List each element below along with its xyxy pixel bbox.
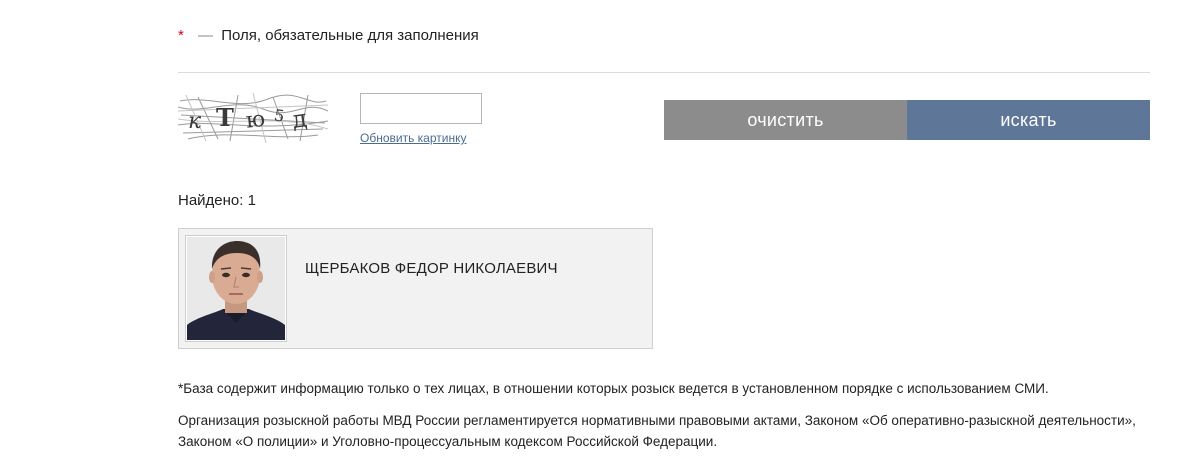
result-card[interactable]: ЩЕРБАКОВ ФЕДОР НИКОЛАЕВИЧ xyxy=(178,228,653,349)
required-dash: — xyxy=(198,27,214,44)
results-count: Найдено: 1 xyxy=(178,192,256,209)
captcha-char-1: к xyxy=(188,109,202,134)
captcha-image: к Т ю 5 д xyxy=(177,92,329,144)
divider xyxy=(178,72,1150,73)
captcha-input[interactable] xyxy=(360,93,482,124)
clear-button[interactable]: очистить xyxy=(664,100,907,140)
person-name[interactable]: ЩЕРБАКОВ ФЕДОР НИКОЛАЕВИЧ xyxy=(305,260,558,277)
refresh-captcha-link[interactable]: Обновить картинку xyxy=(360,131,466,145)
captcha-char-3: ю xyxy=(245,107,267,134)
captcha-char-4: 5 xyxy=(273,106,286,126)
person-photo[interactable] xyxy=(185,235,287,342)
required-fields-note: * — Поля, обязательные для заполнения xyxy=(178,27,479,44)
search-button[interactable]: искать xyxy=(907,100,1150,140)
required-star: * xyxy=(178,27,184,44)
legal-notice: Организация розыскной работы МВД России … xyxy=(178,413,1136,449)
required-text: Поля, обязательные для заполнения xyxy=(221,27,479,44)
captcha-char-2: Т xyxy=(216,103,234,132)
database-footnote: *База содержит информацию только о тех л… xyxy=(178,381,1049,396)
